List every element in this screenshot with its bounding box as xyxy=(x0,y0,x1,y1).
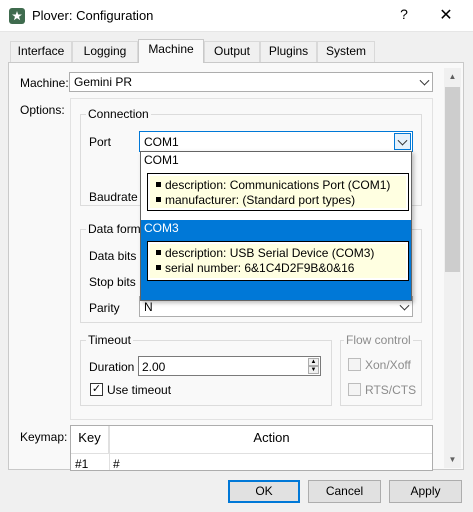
bullet-icon xyxy=(156,265,161,271)
spin-up-icon[interactable]: ▲ xyxy=(308,358,319,366)
scroll-up-icon[interactable]: ▲ xyxy=(444,68,461,85)
machine-label: Machine: xyxy=(20,76,69,90)
bullet-icon xyxy=(156,250,161,256)
window-title: Plover: Configuration xyxy=(32,8,154,23)
port-select-value: COM1 xyxy=(144,135,179,149)
port-label: Port xyxy=(89,135,112,149)
use-timeout-label: Use timeout xyxy=(107,383,172,397)
stop-bits-label: Stop bits xyxy=(89,275,136,289)
bullet-icon xyxy=(156,182,161,188)
plover-app-icon xyxy=(9,8,25,24)
keymap-label: Keymap: xyxy=(20,430,68,444)
tab-system[interactable]: System xyxy=(317,41,375,62)
scrollbar-thumb[interactable] xyxy=(445,87,460,272)
baudrate-label: Baudrate xyxy=(89,190,138,204)
keymap-header-divider xyxy=(71,453,432,454)
com1-info-tooltip: description: Communications Port (COM1) … xyxy=(147,173,409,211)
close-button[interactable]: ✕ xyxy=(434,4,458,28)
machine-select[interactable]: Gemini PR xyxy=(69,72,433,92)
ok-button[interactable]: OK xyxy=(228,480,300,503)
tab-machine[interactable]: Machine xyxy=(138,39,204,63)
timeout-group-title: Timeout xyxy=(86,333,133,347)
xon-xoff-checkbox[interactable] xyxy=(348,358,361,371)
apply-button[interactable]: Apply xyxy=(389,480,462,503)
com1-manufacturer: manufacturer: (Standard port types) xyxy=(165,193,356,207)
tab-output[interactable]: Output xyxy=(204,41,260,62)
options-scrollbar[interactable]: ▲ ▼ xyxy=(444,68,461,468)
help-button[interactable]: ? xyxy=(392,6,416,26)
com3-info-tooltip: description: USB Serial Device (COM3) se… xyxy=(147,241,409,281)
data-bits-label: Data bits xyxy=(89,249,137,263)
port-dropdown-list[interactable]: COM1 description: Communications Port (C… xyxy=(140,151,412,301)
tab-interface[interactable]: Interface xyxy=(10,41,72,62)
parity-label: Parity xyxy=(89,301,120,315)
port-option-com3[interactable]: COM3 xyxy=(141,220,411,237)
tab-logging[interactable]: Logging xyxy=(72,41,138,62)
use-timeout-checkbox[interactable]: ✓ xyxy=(90,383,103,396)
com1-description: description: Communications Port (COM1) xyxy=(165,178,391,192)
connection-group-title: Connection xyxy=(86,107,151,121)
rts-cts-checkbox[interactable] xyxy=(348,383,361,396)
keymap-row-action[interactable]: # xyxy=(113,457,120,470)
spin-down-icon[interactable]: ▼ xyxy=(308,366,319,374)
port-select[interactable]: COM1 xyxy=(139,131,413,152)
keymap-header-action[interactable]: Action xyxy=(109,426,432,453)
scroll-down-icon[interactable]: ▼ xyxy=(444,451,461,468)
flow-control-group-title: Flow control xyxy=(344,333,413,347)
keymap-column-divider xyxy=(109,426,110,470)
tab-plugins[interactable]: Plugins xyxy=(260,41,317,62)
keymap-row-key[interactable]: #1 xyxy=(75,457,88,470)
rts-cts-label: RTS/CTS xyxy=(365,383,417,397)
title-bar: Plover: Configuration ? ✕ xyxy=(0,0,473,32)
machine-select-value: Gemini PR xyxy=(74,75,133,89)
com3-serial-number: serial number: 6&1C4D2F9B&0&16 xyxy=(165,261,355,275)
duration-label: Duration xyxy=(89,360,135,374)
parity-select-value: N xyxy=(144,300,153,314)
chevron-down-icon xyxy=(399,300,410,311)
options-label: Options: xyxy=(20,103,65,117)
bullet-icon xyxy=(156,197,161,203)
keymap-table[interactable]: Key Action #1 # xyxy=(70,425,433,471)
chevron-down-icon xyxy=(419,75,430,86)
cancel-button[interactable]: Cancel xyxy=(308,480,381,503)
duration-spinbox[interactable]: 2.00 ▲ ▼ xyxy=(138,356,321,376)
keymap-header-key[interactable]: Key xyxy=(71,426,109,453)
com3-description: description: USB Serial Device (COM3) xyxy=(165,246,375,260)
xon-xoff-label: Xon/Xoff xyxy=(365,358,411,372)
duration-value: 2.00 xyxy=(142,360,166,374)
port-option-com1[interactable]: COM1 xyxy=(141,152,411,169)
